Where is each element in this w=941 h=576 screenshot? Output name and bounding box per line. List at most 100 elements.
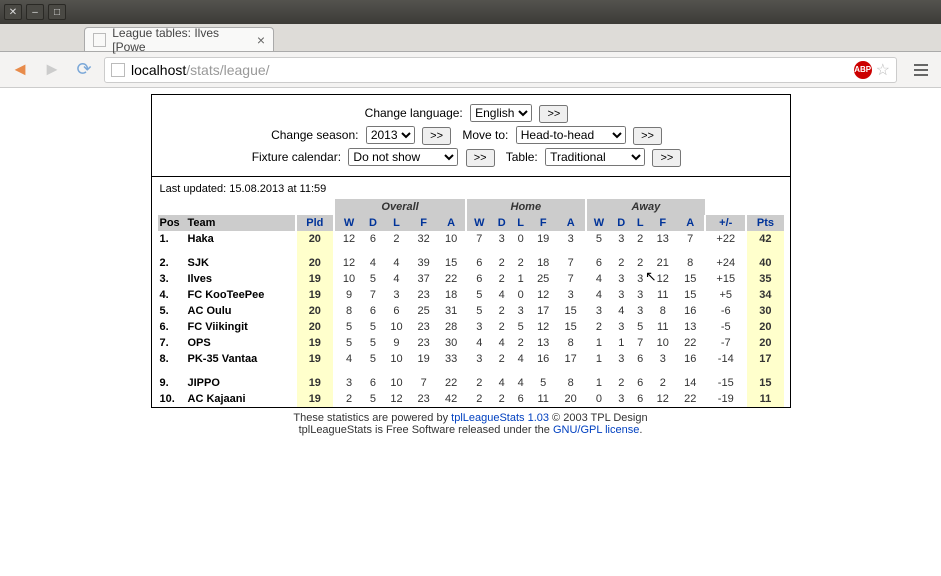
cell-pld: 19 (296, 367, 335, 391)
cell-team[interactable]: FC Viikingit (186, 319, 296, 335)
cell-hA: 8 (557, 335, 586, 351)
cell-hD: 4 (492, 287, 512, 303)
table-row: 10.AC Kajaani192512234222611200361222-19… (158, 391, 784, 407)
cell-aW: 1 (586, 351, 612, 367)
cell-oF: 39 (410, 247, 437, 271)
window-close-button[interactable]: ✕ (4, 4, 22, 20)
cell-oL: 10 (383, 351, 410, 367)
cell-oL: 4 (383, 271, 410, 287)
season-select[interactable]: 2013 (366, 126, 415, 144)
cell-team[interactable]: PK-35 Vantaa (186, 351, 296, 367)
move-go-button[interactable]: >> (633, 127, 662, 145)
fixture-select[interactable]: Do not show (348, 148, 458, 166)
cell-pos: 6. (158, 319, 186, 335)
menu-icon[interactable] (909, 58, 933, 82)
cell-hW: 3 (466, 351, 492, 367)
cell-oF: 23 (410, 391, 437, 407)
forward-button[interactable]: ► (40, 58, 64, 82)
cell-oW: 9 (334, 287, 363, 303)
cell-oF: 32 (410, 231, 437, 247)
cell-team[interactable]: Haka (186, 231, 296, 247)
cell-oD: 6 (363, 303, 383, 319)
table-select[interactable]: Traditional (545, 148, 645, 166)
reload-button[interactable]: ⟳ (72, 58, 96, 82)
cell-oF: 23 (410, 319, 437, 335)
cell-oD: 6 (363, 231, 383, 247)
cell-aW: 5 (586, 231, 612, 247)
cell-pm: -14 (705, 351, 746, 367)
bookmark-icon[interactable]: ☆ (876, 60, 890, 80)
cell-hW: 6 (466, 271, 492, 287)
footer: These statistics are powered by tplLeagu… (12, 408, 929, 444)
language-select[interactable]: English (470, 104, 532, 122)
browser-toolbar: ◄ ► ⟳ localhost/stats/league/ ABP ☆ (0, 52, 941, 88)
move-select[interactable]: Head-to-head (516, 126, 626, 144)
season-go-button[interactable]: >> (422, 127, 451, 145)
cell-aF: 12 (649, 271, 676, 287)
link-license[interactable]: GNU/GPL license (553, 424, 639, 436)
cell-oF: 19 (410, 351, 437, 367)
window-minimize-button[interactable]: – (26, 4, 44, 20)
table-go-button[interactable]: >> (652, 149, 681, 167)
cell-pld: 20 (296, 319, 335, 335)
cell-team[interactable]: AC Kajaani (186, 391, 296, 407)
cell-aL: 3 (631, 287, 649, 303)
cell-aF: 12 (649, 391, 676, 407)
cell-team[interactable]: JIPPO (186, 367, 296, 391)
link-tplleaguestats[interactable]: tplLeagueStats 1.03 (451, 412, 549, 424)
cell-oL: 10 (383, 367, 410, 391)
cell-pm: +5 (705, 287, 746, 303)
cell-aL: 2 (631, 231, 649, 247)
cell-oW: 2 (334, 391, 363, 407)
cell-hD: 2 (492, 351, 512, 367)
cell-aF: 13 (649, 231, 676, 247)
controls-bar: Change language: English >> Change seaso… (152, 95, 790, 176)
page-icon (93, 33, 106, 47)
table-row: 4.FC KooTeePee1997323185401234331115+534 (158, 287, 784, 303)
cell-aD: 3 (611, 287, 631, 303)
browser-tab[interactable]: League tables: Ilves [Powe × (84, 27, 274, 51)
cell-aA: 22 (676, 391, 705, 407)
cell-pts: 42 (746, 231, 783, 247)
language-go-button[interactable]: >> (539, 105, 568, 123)
col-pm[interactable]: +/- (705, 215, 746, 231)
cell-hF: 11 (530, 391, 557, 407)
cell-team[interactable]: Ilves (186, 271, 296, 287)
move-label: Move to: (462, 128, 508, 142)
cell-aL: 6 (631, 351, 649, 367)
cell-aD: 2 (611, 367, 631, 391)
cell-oW: 12 (334, 231, 363, 247)
cell-hA: 7 (557, 247, 586, 271)
cell-hW: 2 (466, 391, 492, 407)
close-icon[interactable]: × (257, 32, 265, 48)
cell-team[interactable]: FC KooTeePee (186, 287, 296, 303)
cell-pos: 3. (158, 271, 186, 287)
cell-team[interactable]: AC Oulu (186, 303, 296, 319)
col-pld[interactable]: Pld (296, 215, 335, 231)
window-maximize-button[interactable]: □ (48, 4, 66, 20)
cell-hF: 13 (530, 335, 557, 351)
fixture-go-button[interactable]: >> (466, 149, 495, 167)
league-table: Overall Home Away Pos Team Pld W D L (158, 199, 784, 407)
cell-hD: 2 (492, 271, 512, 287)
window-titlebar: ✕ – □ (0, 0, 941, 24)
group-away: Away (586, 199, 706, 215)
back-button[interactable]: ◄ (8, 58, 32, 82)
cell-team[interactable]: OPS (186, 335, 296, 351)
cell-pts: 40 (746, 247, 783, 271)
cell-oD: 5 (363, 319, 383, 335)
group-overall: Overall (334, 199, 466, 215)
address-bar[interactable]: localhost/stats/league/ ABP ☆ (104, 57, 897, 83)
cell-aD: 3 (611, 351, 631, 367)
cell-hL: 3 (512, 303, 530, 319)
adblock-icon[interactable]: ABP (854, 61, 872, 79)
page-content: Change language: English >> Change seaso… (0, 88, 941, 576)
col-pts[interactable]: Pts (746, 215, 783, 231)
cell-team[interactable]: SJK (186, 247, 296, 271)
cell-pos: 2. (158, 247, 186, 271)
season-label: Change season: (271, 128, 358, 142)
cell-oF: 7 (410, 367, 437, 391)
cell-hL: 4 (512, 351, 530, 367)
cell-pld: 20 (296, 247, 335, 271)
cell-oA: 15 (437, 247, 466, 271)
